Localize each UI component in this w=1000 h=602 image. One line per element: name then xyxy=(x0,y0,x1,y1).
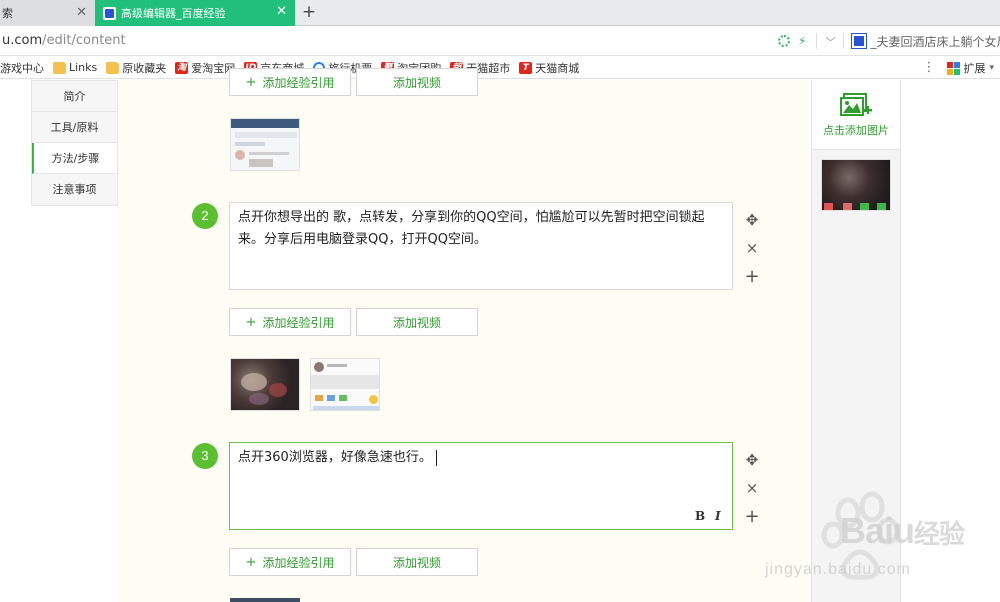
tab-active[interactable]: 高级编辑器_百度经验 ✕ xyxy=(95,0,295,26)
chevron-down-icon[interactable]: ▾ xyxy=(989,63,994,73)
tab-previous[interactable]: 索 ✕ xyxy=(0,0,95,26)
move-icon[interactable]: ✥ xyxy=(744,211,760,229)
tab-label: 高级编辑器_百度经验 xyxy=(121,7,226,20)
plus-icon: + xyxy=(245,554,257,570)
hot-search-text[interactable]: _夫妻回酒店床上躺个女尸 xyxy=(870,33,1000,50)
address-bar[interactable]: u.com/edit/content ⚡ ﹀ _夫妻回酒店床上躺个女尸 xyxy=(0,26,1000,56)
nav-item-notes[interactable]: 注意事项 xyxy=(32,174,117,205)
bookmark-aitaobao[interactable]: 淘爱淘宝网 xyxy=(175,60,235,76)
divider xyxy=(816,33,818,49)
uploaded-image-thumbnail[interactable] xyxy=(821,159,891,211)
tab-strip: 索 ✕ 高级编辑器_百度经验 ✕ + xyxy=(0,0,1000,26)
baidu-favicon-icon xyxy=(103,6,116,20)
add-reference-button[interactable]: + 添加经验引用 xyxy=(229,308,351,336)
step-number-badge: 2 xyxy=(192,203,218,229)
url-path: /edit/content xyxy=(42,33,126,48)
step-number-badge: 3 xyxy=(192,443,218,469)
tab-label: 索 xyxy=(2,7,13,20)
security-ring-icon[interactable] xyxy=(778,35,790,47)
bookmark-links[interactable]: Links xyxy=(53,61,97,74)
more-icon[interactable]: ⋮ xyxy=(922,61,935,74)
bookmark-game-center[interactable]: 游戏中心 xyxy=(0,60,44,76)
add-step-icon[interactable]: + xyxy=(744,266,760,287)
step-text-editor[interactable]: 点开360浏览器，好像急速也行。 xyxy=(229,442,733,530)
tmall-icon: T xyxy=(519,61,533,74)
bold-button[interactable]: B xyxy=(695,509,705,523)
add-reference-button[interactable]: + 添加经验引用 xyxy=(229,548,351,576)
baidu-search-icon[interactable] xyxy=(851,33,868,49)
add-image-icon xyxy=(840,92,872,116)
move-icon[interactable]: ✥ xyxy=(744,451,760,469)
italic-button[interactable]: I xyxy=(715,509,721,523)
add-step-icon[interactable]: + xyxy=(744,506,760,527)
divider xyxy=(843,33,845,49)
step-text-editor[interactable]: 点开你想导出的 歌，点转发，分享到你的QQ空间，怕尴尬可以先暂时把空间锁起来。分… xyxy=(229,202,733,290)
address-bar-tools: ⚡ ﹀ _夫妻回酒店床上躺个女尸 xyxy=(778,32,1000,50)
step-image-thumbnail[interactable] xyxy=(230,598,300,602)
bookmarks-right: ⋮ 扩展 ▾ xyxy=(922,60,994,76)
plus-icon: + xyxy=(245,314,257,330)
section-nav: 简介 工具/原料 方法/步骤 注意事项 xyxy=(31,80,118,206)
delete-icon[interactable]: × xyxy=(744,479,760,497)
plus-icon: + xyxy=(245,74,257,90)
step-image-thumbnail[interactable] xyxy=(230,358,300,411)
add-image-button[interactable]: 点击添加图片 xyxy=(812,80,900,150)
close-icon[interactable]: ✕ xyxy=(276,4,287,19)
nav-item-tools[interactable]: 工具/原料 xyxy=(32,112,117,143)
step-text: 点开360浏览器，好像急速也行。 xyxy=(238,450,432,465)
add-image-label: 点击添加图片 xyxy=(823,123,889,137)
add-video-button[interactable]: 添加视频 xyxy=(356,548,478,576)
text-caret xyxy=(435,449,437,466)
folder-icon xyxy=(53,61,66,74)
nav-item-steps[interactable]: 方法/步骤 xyxy=(32,143,117,174)
step-image-thumbnail[interactable] xyxy=(310,358,380,411)
chevron-down-icon[interactable]: ﹀ xyxy=(825,34,835,49)
bookmark-tmall[interactable]: T 天猫商城 xyxy=(519,60,579,76)
add-video-button[interactable]: 添加视频 xyxy=(356,308,478,336)
taobao-icon: 淘 xyxy=(175,61,189,74)
add-reference-button[interactable]: + 添加经验引用 xyxy=(229,68,351,96)
url-domain: u.com xyxy=(2,33,43,48)
folder-icon xyxy=(106,61,120,74)
watermark-url: jingyan.baidu.com xyxy=(765,561,911,578)
close-icon[interactable]: ✕ xyxy=(76,5,87,20)
extensions-icon xyxy=(947,61,961,75)
extensions-button[interactable]: 扩展 xyxy=(963,60,985,76)
speed-mode-icon[interactable]: ⚡ xyxy=(798,34,806,48)
delete-icon[interactable]: × xyxy=(744,239,760,257)
watermark-text: Baiu经验 xyxy=(840,510,965,551)
url-field[interactable]: u.com/edit/content xyxy=(2,33,126,48)
nav-item-intro[interactable]: 简介 xyxy=(32,81,117,112)
add-video-button[interactable]: 添加视频 xyxy=(356,68,478,96)
bookmarks-bar: 游戏中心 Links 原收藏夹 淘爱淘宝网 JD京东商城 旅行机票 聚淘宝团购 … xyxy=(0,57,1000,79)
new-tab-button[interactable]: + xyxy=(300,2,318,22)
bookmark-favorites[interactable]: 原收藏夹 xyxy=(106,60,166,76)
step-image-thumbnail[interactable] xyxy=(230,118,300,171)
